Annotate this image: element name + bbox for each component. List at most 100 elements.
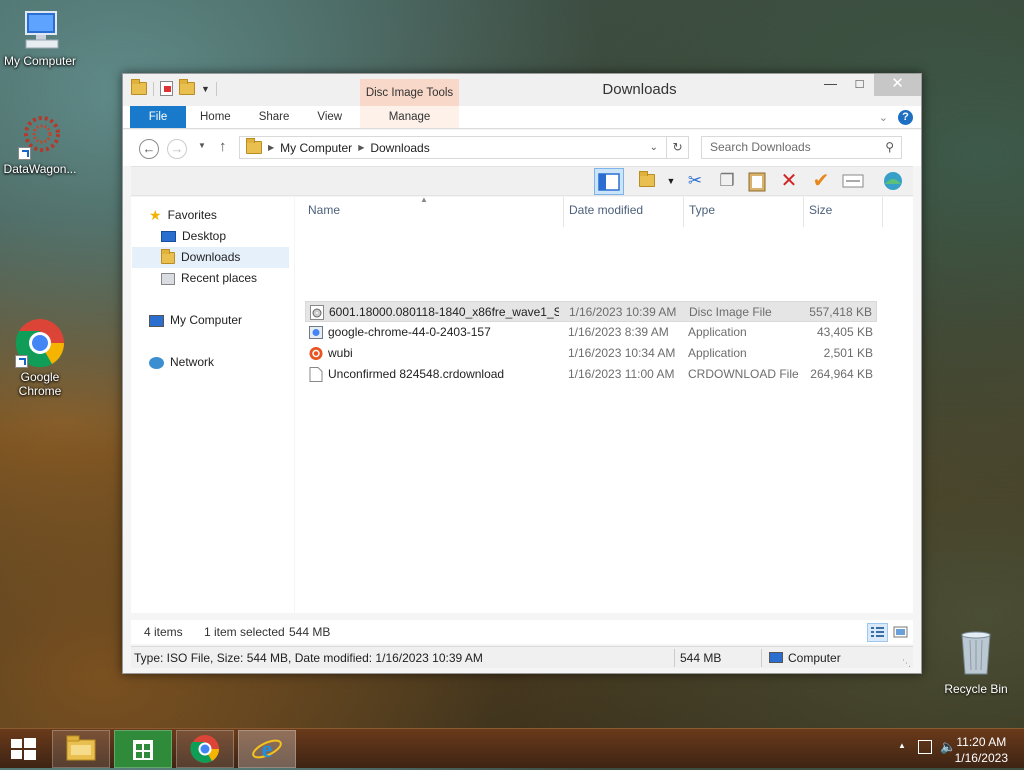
- recent-places-icon: [161, 272, 175, 285]
- taskbar: e ▲ 🔈 11:20 AM 1/16/2023: [0, 728, 1024, 768]
- clock-date: 1/16/2023: [954, 751, 1008, 765]
- file-date: 1/16/2023 11:00 AM: [568, 367, 675, 381]
- back-button[interactable]: ←: [139, 139, 159, 159]
- forward-button[interactable]: →: [167, 139, 187, 159]
- nav-label: My Computer: [170, 313, 243, 327]
- address-dropdown-icon[interactable]: ⌄: [650, 142, 658, 153]
- folder-icon: [246, 138, 262, 154]
- breadcrumb-separator-icon: ▶: [358, 143, 365, 152]
- tab-view[interactable]: View: [303, 106, 356, 128]
- network-globe-icon[interactable]: [881, 169, 905, 193]
- selected-count: 1 item selected: [204, 625, 285, 639]
- file-size: 2,501 KB: [823, 346, 873, 360]
- column-divider: [563, 197, 564, 227]
- desktop-icon-label: My Computer: [3, 54, 77, 68]
- tab-share[interactable]: Share: [245, 106, 304, 128]
- network-status-icon[interactable]: [918, 740, 932, 754]
- tab-file[interactable]: File: [130, 106, 186, 128]
- file-row[interactable]: Unconfirmed 824548.crdownload 1/16/2023 …: [305, 364, 877, 385]
- navigation-pane: ★ Favorites Desktop Downloads Recent pla…: [131, 197, 294, 613]
- taskbar-chrome[interactable]: [176, 730, 234, 768]
- minimize-button[interactable]: —: [816, 74, 845, 96]
- nav-label: Recent places: [181, 271, 258, 285]
- column-header-name[interactable]: Name: [308, 203, 340, 221]
- search-icon: ⚲: [885, 140, 894, 154]
- column-header-type[interactable]: Type: [689, 203, 715, 221]
- tab-home[interactable]: Home: [186, 106, 245, 128]
- copy-icon[interactable]: ❐: [715, 169, 739, 193]
- clock-time: 11:20 AM: [956, 735, 1007, 749]
- file-name: wubi: [328, 346, 353, 360]
- cut-icon[interactable]: ✂: [683, 169, 707, 193]
- sort-ascending-icon: ▲: [420, 195, 428, 204]
- file-type: CRDOWNLOAD File: [688, 367, 799, 381]
- command-toolbar: ▼ ✂ ❐ ✕ ✔: [131, 166, 913, 196]
- desktop-icon-label: DataWagon...: [3, 162, 77, 176]
- nav-label: Downloads: [181, 250, 241, 264]
- open-folder-icon[interactable]: [635, 169, 659, 193]
- column-header-date-modified[interactable]: Date modified: [569, 203, 643, 221]
- file-date: 1/16/2023 10:39 AM: [569, 305, 677, 319]
- expand-ribbon-icon[interactable]: ⌄: [879, 111, 888, 124]
- taskbar-file-explorer[interactable]: [52, 730, 110, 768]
- maximize-button[interactable]: □: [845, 74, 874, 96]
- search-input[interactable]: Search Downloads ⚲: [701, 136, 902, 159]
- computer-icon: [769, 652, 783, 663]
- breadcrumb-my-computer[interactable]: My Computer: [280, 141, 352, 155]
- delete-icon[interactable]: ✕: [777, 169, 801, 193]
- desktop-icon-datawagon[interactable]: DataWagon...: [0, 112, 80, 176]
- refresh-button[interactable]: ↻: [666, 136, 689, 159]
- large-icons-view-button[interactable]: [891, 623, 910, 642]
- file-row[interactable]: wubi 1/16/2023 10:34 AM Application 2,50…: [305, 343, 877, 364]
- nav-downloads[interactable]: Downloads: [132, 247, 289, 268]
- properties-icon[interactable]: [841, 169, 865, 193]
- file-row[interactable]: google-chrome-44-0-2403-157 1/16/2023 8:…: [305, 322, 877, 343]
- nav-label: Network: [170, 355, 215, 369]
- file-size: 43,405 KB: [816, 325, 873, 339]
- nav-network[interactable]: Network: [149, 352, 214, 373]
- nav-recent-places[interactable]: Recent places: [161, 268, 257, 289]
- help-icon[interactable]: ?: [898, 110, 913, 125]
- nav-my-computer[interactable]: My Computer: [149, 310, 242, 331]
- desktop-icon-my-computer[interactable]: My Computer: [0, 10, 80, 68]
- shortcut-arrow-icon: [15, 355, 28, 368]
- system-tray: ▲ 🔈 11:20 AM 1/16/2023: [864, 729, 1024, 769]
- paste-icon[interactable]: [745, 169, 769, 193]
- item-count: 4 items: [144, 625, 183, 639]
- nav-favorites[interactable]: ★ Favorites: [149, 205, 217, 226]
- column-header-size[interactable]: Size: [809, 203, 832, 221]
- details-bar: Type: ISO File, Size: 544 MB, Date modif…: [131, 646, 913, 668]
- file-size: 264,964 KB: [810, 367, 873, 381]
- details-size: 544 MB: [680, 651, 722, 665]
- taskbar-store[interactable]: [114, 730, 172, 768]
- file-date: 1/16/2023 8:39 AM: [568, 325, 669, 339]
- close-button[interactable]: ✕: [874, 74, 921, 96]
- window-title: Downloads: [602, 81, 677, 98]
- taskbar-clock[interactable]: 11:20 AM 1/16/2023: [955, 734, 1008, 766]
- taskbar-internet-explorer[interactable]: e: [238, 730, 296, 768]
- dropdown-arrow-icon[interactable]: ▼: [659, 169, 683, 193]
- desktop-icon-label-line2: Chrome: [18, 384, 62, 398]
- chrome-icon: [15, 318, 65, 368]
- details-view-button[interactable]: [867, 623, 888, 642]
- disc-image-icon: [310, 305, 324, 320]
- show-hidden-icons-icon[interactable]: ▲: [898, 741, 906, 750]
- recent-locations-icon[interactable]: ▼: [198, 141, 206, 150]
- file-type: Application: [688, 325, 747, 339]
- tab-manage[interactable]: Manage: [360, 106, 459, 128]
- file-name: google-chrome-44-0-2403-157: [328, 325, 491, 339]
- nav-label: Favorites: [167, 208, 217, 222]
- breadcrumb-separator-icon: ▶: [268, 143, 275, 152]
- nav-desktop[interactable]: Desktop: [161, 226, 226, 247]
- address-bar[interactable]: ▶ My Computer ▶ Downloads ⌄: [239, 136, 689, 159]
- start-button[interactable]: [8, 737, 38, 761]
- resize-grip-icon[interactable]: ⋱: [902, 658, 911, 668]
- preview-pane-icon[interactable]: [594, 168, 624, 195]
- up-arrow-icon[interactable]: ↑: [219, 138, 227, 155]
- desktop-icon-google-chrome[interactable]: Google Chrome: [0, 318, 80, 398]
- desktop-icon-recycle-bin[interactable]: Recycle Bin: [938, 630, 1014, 696]
- breadcrumb-downloads[interactable]: Downloads: [370, 141, 429, 155]
- file-row[interactable]: 6001.18000.080118-1840_x86fre_wave1_Se..…: [305, 301, 877, 322]
- title-bar[interactable]: ▼ Disc Image Tools Downloads — □ ✕: [123, 74, 921, 107]
- rename-check-icon[interactable]: ✔: [809, 169, 833, 193]
